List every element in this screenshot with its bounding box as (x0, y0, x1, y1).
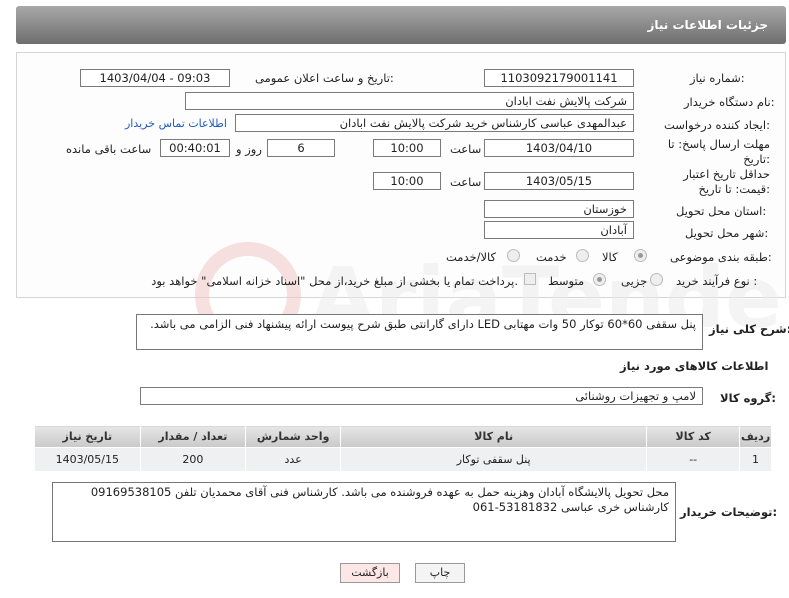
treasury-payment-checkbox[interactable] (524, 273, 536, 285)
days-field: 6 (267, 139, 335, 157)
back-button[interactable]: بازگشت (340, 563, 400, 583)
need-number-field: 1103092179001141 (484, 69, 634, 87)
province-field: خوزستان (484, 200, 634, 218)
category-radio-goods[interactable] (634, 249, 647, 262)
category-radio-service[interactable] (576, 249, 589, 262)
city-label: شهر محل تحویل: (685, 226, 769, 240)
buyer-notes-text: محل تحویل پالایشگاه آبادان وهزینه حمل به… (52, 482, 676, 542)
province-label: استان محل تحویل: (676, 204, 767, 218)
announce-label: تاریخ و ساعت اعلان عمومی: (255, 71, 394, 85)
goods-section-title: اطلاعات کالاهای مورد نیاز (620, 359, 769, 373)
validity-time-label: ساعت (450, 175, 482, 189)
category-label: طبقه بندی موضوعی: (670, 250, 772, 264)
goods-group-field: لامپ و تجهیزات روشنائی (140, 387, 703, 405)
cell-date: 1403/05/15 (34, 447, 141, 472)
print-button[interactable]: چاپ (415, 563, 465, 583)
buyer-org-label: نام دستگاه خریدار: (684, 95, 775, 109)
goods-table: ردیف کد کالا نام کالا واحد شمارش تعداد /… (34, 425, 772, 472)
process-medium-label: متوسط (548, 274, 585, 288)
col-unit: واحد شمارش (245, 425, 342, 448)
col-qty: تعداد / مقدار (139, 425, 247, 448)
category-service-label: خدمت (536, 250, 567, 264)
treasury-payment-note: پرداخت تمام یا بخشی از مبلغ خرید،از محل … (151, 274, 518, 288)
category-both-label: کالا/خدمت (446, 250, 497, 264)
remaining-field: 00:40:01 (160, 139, 230, 157)
process-minor-label: جزیی (621, 274, 648, 288)
buyer-org-field: شرکت پالایش نفت ابادان (185, 92, 634, 110)
description-label: شرح کلی نیاز: (709, 322, 789, 336)
announce-field: 1403/04/04 - 09:03 (80, 69, 230, 87)
cell-code: -- (646, 447, 741, 472)
goods-group-label: گروه کالا: (720, 391, 776, 405)
page-title: جزئیات اطلاعات نیاز (647, 18, 768, 32)
description-text: پنل سقفی 60*60 توکار 50 وات مهتابی LED د… (136, 314, 703, 350)
creator-label: ایجاد کننده درخواست: (664, 118, 770, 132)
page-header: جزئیات اطلاعات نیاز (16, 6, 786, 44)
deadline-label: مهلت ارسال پاسخ: تا تاریخ: (667, 137, 770, 166)
creator-field: عبدالمهدی عباسی کارشناس خرید شرکت پالایش… (235, 114, 634, 132)
process-label: نوع فرآیند خرید : (676, 274, 758, 288)
city-field: آبادان (484, 221, 634, 239)
deadline-time-field: 10:00 (373, 139, 441, 157)
cell-unit: عدد (245, 447, 342, 472)
category-goods-label: کالا (602, 250, 618, 264)
deadline-time-label: ساعت (450, 142, 482, 156)
category-radio-both[interactable] (507, 249, 520, 262)
process-radio-minor[interactable] (650, 273, 663, 286)
need-number-label: شماره نیاز: (690, 71, 745, 85)
deadline-date-field: 1403/04/10 (484, 139, 634, 157)
col-name: نام کالا (340, 425, 648, 448)
cell-row: 1 (739, 447, 772, 472)
validity-date-field: 1403/05/15 (484, 172, 634, 190)
col-row: ردیف (739, 425, 772, 448)
process-radio-medium[interactable] (593, 273, 606, 286)
col-date: تاریخ نیاز (34, 425, 141, 448)
goods-table-header: ردیف کد کالا نام کالا واحد شمارش تعداد /… (34, 425, 772, 448)
buyer-contact-link[interactable]: اطلاعات تماس خریدار (125, 117, 227, 130)
cell-name: پنل سقفی توکار (340, 447, 648, 472)
remaining-label: ساعت باقی مانده (66, 142, 152, 156)
validity-time-field: 10:00 (373, 172, 441, 190)
days-label: روز و (236, 142, 262, 156)
table-row: 1 -- پنل سقفی توکار عدد 200 1403/05/15 (34, 447, 772, 472)
validity-label: حداقل تاریخ اعتبار قیمت: تا تاریخ: (683, 167, 770, 196)
cell-qty: 200 (139, 447, 247, 472)
buyer-notes-label: توضیحات خریدار: (680, 505, 778, 519)
col-code: کد کالا (646, 425, 741, 448)
